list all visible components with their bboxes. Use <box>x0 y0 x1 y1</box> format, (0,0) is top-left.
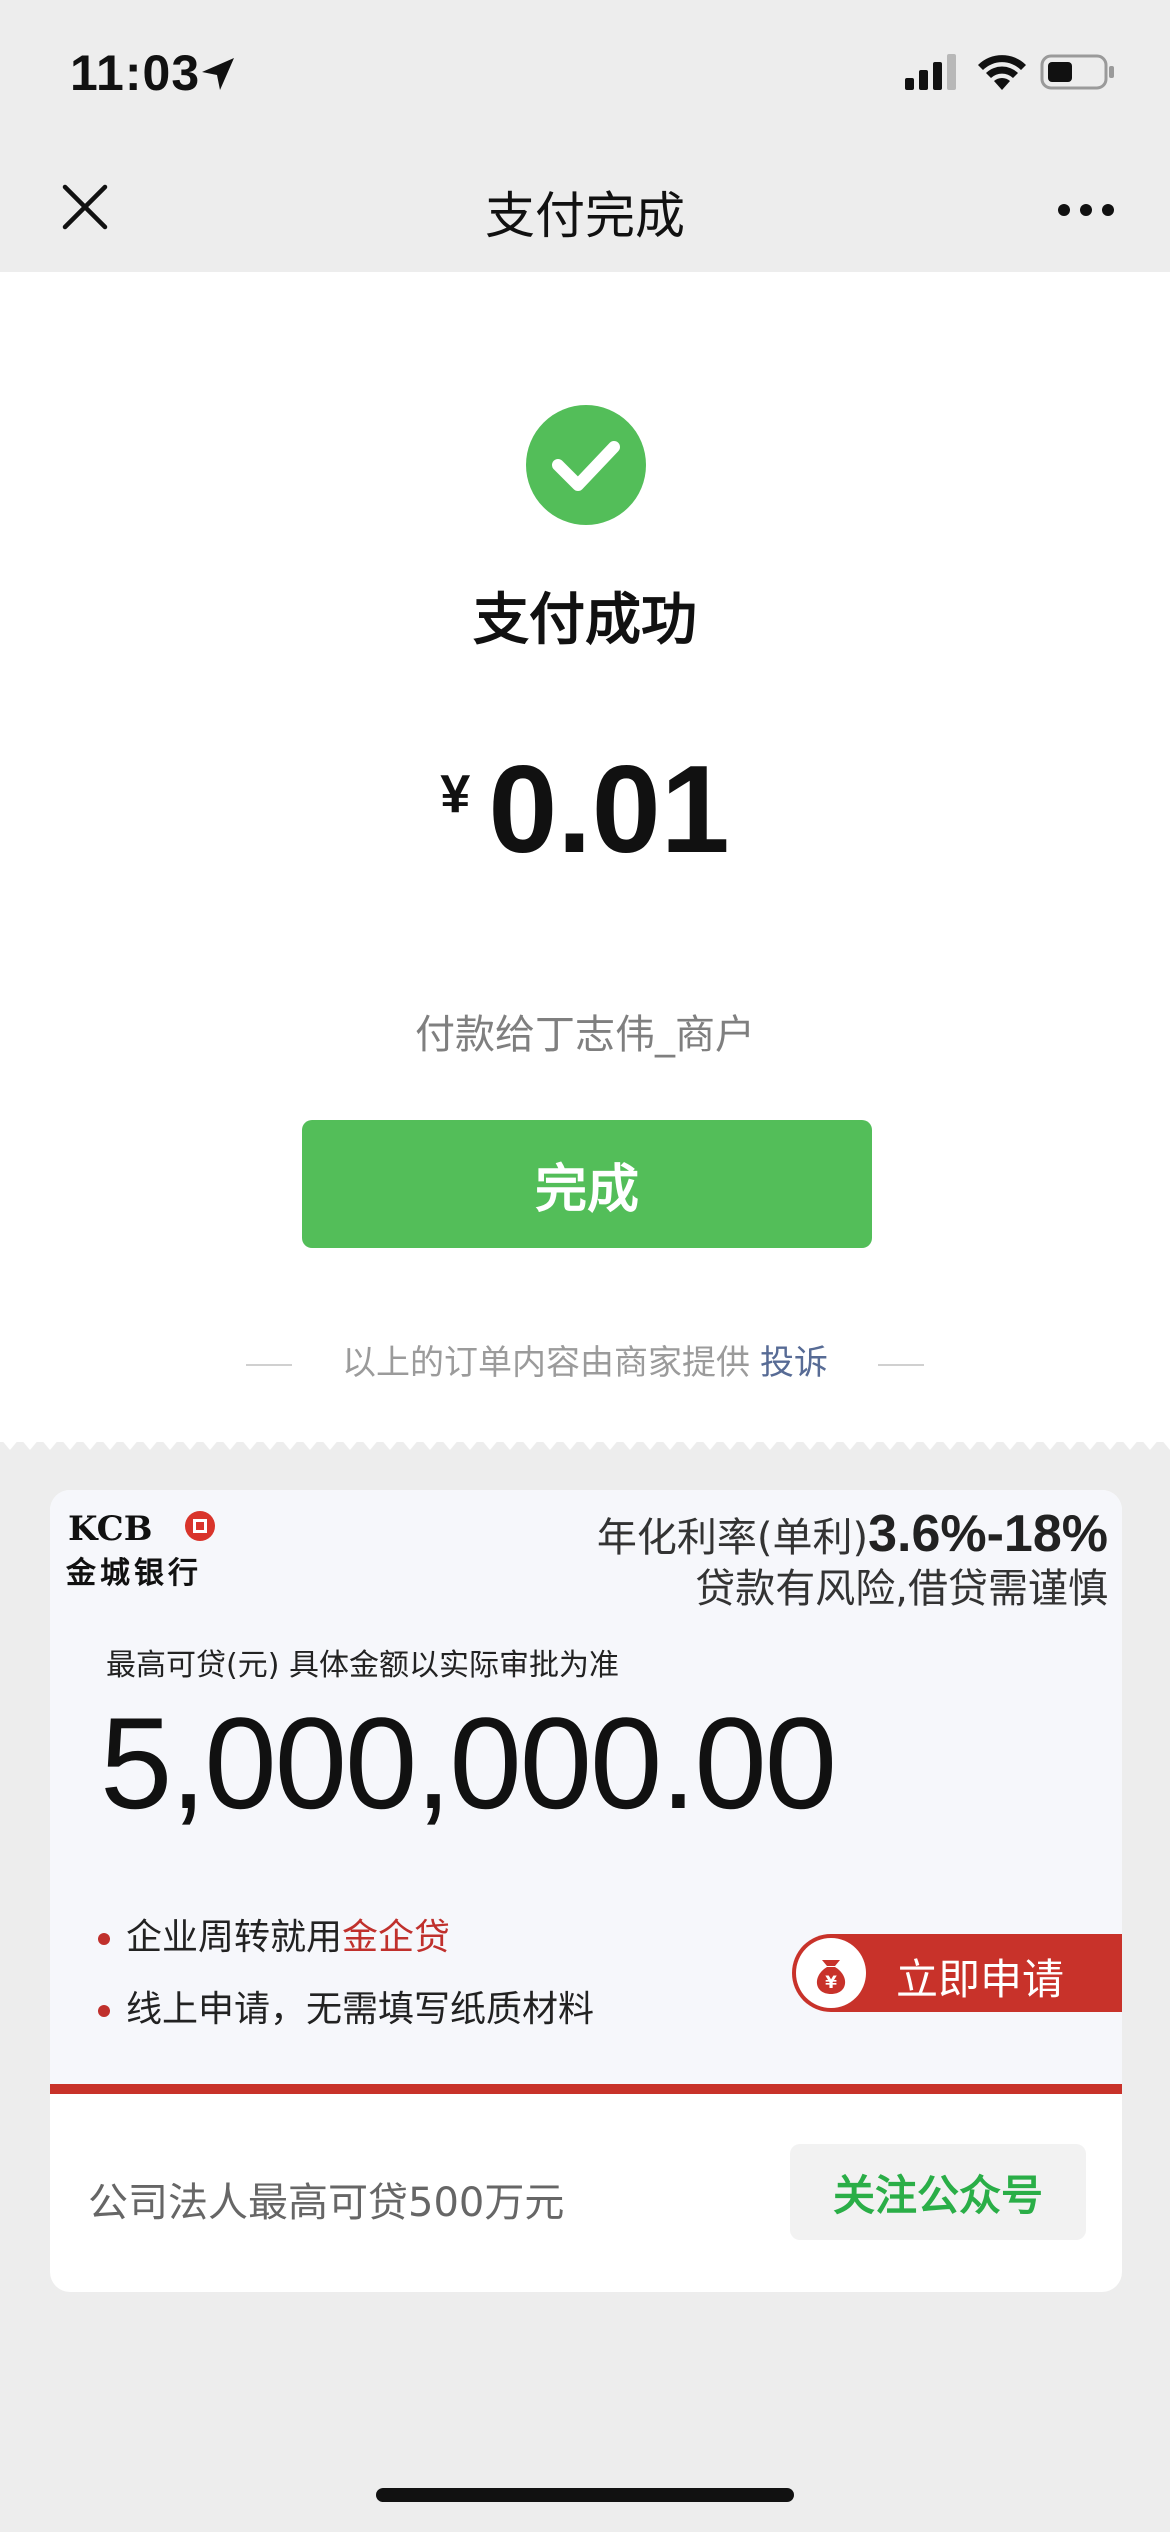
battery-icon <box>1040 54 1114 90</box>
done-button[interactable]: 完成 <box>302 1120 872 1248</box>
product-name: 金企贷 <box>342 1917 451 1958</box>
bullet-dot <box>98 2005 110 2017</box>
limit-label: 最高可贷(元) 具体金额以实际审批为准 <box>106 1648 619 1683</box>
apply-now-label: 立即申请 <box>896 1955 1065 2004</box>
svg-text:¥: ¥ <box>825 1973 837 1993</box>
rate-value: 3.6%-18% <box>868 1505 1108 1563</box>
signal-icon <box>905 54 956 90</box>
success-check-icon <box>526 405 646 525</box>
currency-symbol: ¥ <box>440 764 471 824</box>
page-title: 支付完成 <box>485 187 685 245</box>
more-icon[interactable] <box>1056 202 1116 218</box>
feature-text: 线上申请，无需填写纸质材料 <box>126 1989 595 2030</box>
rate-line: 年化利率(单利)3.6%-18% <box>597 1504 1108 1564</box>
footnote-dash-left <box>246 1363 292 1366</box>
nav-bar: 支付完成 <box>0 140 1170 272</box>
amount-value: 0.01 <box>488 741 730 879</box>
zigzag-divider <box>0 1428 1170 1450</box>
bank-logo-text: KCB <box>68 1509 152 1549</box>
payment-amount: ¥0.01 <box>0 745 1170 875</box>
loan-ad-card[interactable]: KCB 金城银行 年化利率(单利)3.6%-18% 贷款有风险,借贷需谨慎 最高… <box>50 1490 1122 2292</box>
wifi-icon <box>978 55 1026 90</box>
location-arrow-icon <box>202 58 234 90</box>
order-footnote: 以上的订单内容由商家提供 投诉 <box>0 1335 1170 1384</box>
feature-list: 企业周转就用金企贷 线上申请，无需填写纸质材料 <box>98 1902 594 2046</box>
payment-status: 支付成功 <box>473 588 697 653</box>
feature-item: 线上申请，无需填写纸质材料 <box>98 1974 594 2046</box>
risk-notice: 贷款有风险,借贷需谨慎 <box>695 1566 1108 1612</box>
bank-name: 金城银行 <box>66 1556 202 1591</box>
feature-text: 企业周转就用 <box>126 1917 343 1958</box>
ad-banner[interactable]: KCB 金城银行 年化利率(单利)3.6%-18% 贷款有风险,借贷需谨慎 最高… <box>50 1490 1122 2094</box>
bank-logo-icon: KCB <box>68 1509 215 1549</box>
complaint-link[interactable]: 投诉 <box>760 1343 828 1383</box>
status-time: 11:03 <box>70 45 201 101</box>
home-indicator[interactable] <box>376 2488 794 2502</box>
footnote-text: 以上的订单内容由商家提供 <box>342 1343 750 1383</box>
limit-amount: 5,000,000.00 <box>100 1690 837 1836</box>
feature-item: 企业周转就用金企贷 <box>98 1902 594 1974</box>
apply-now-button[interactable]: ¥ 立即申请 <box>792 1934 1122 2012</box>
bullet-dot <box>98 1933 110 1945</box>
follow-account-button[interactable]: 关注公众号 <box>790 2144 1086 2240</box>
ad-subtitle: 公司法人最高可贷500万元 <box>88 2180 565 2226</box>
payee-text: 付款给丁志伟_商户 <box>415 1012 755 1058</box>
footnote-dash-right <box>878 1363 924 1366</box>
red-divider <box>50 2084 1122 2094</box>
rate-label: 年化利率(单利) <box>596 1515 869 1561</box>
money-bag-icon: ¥ <box>796 1938 866 2008</box>
status-bar: 11:03 <box>0 0 1170 140</box>
